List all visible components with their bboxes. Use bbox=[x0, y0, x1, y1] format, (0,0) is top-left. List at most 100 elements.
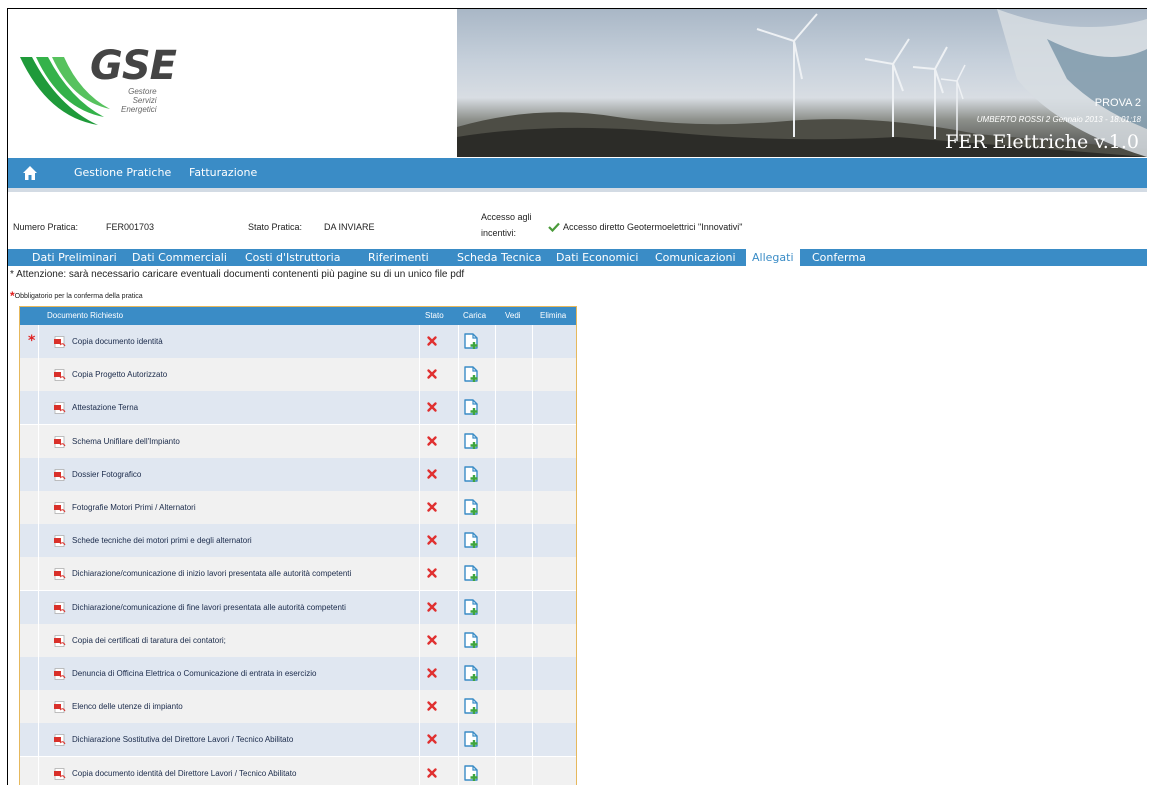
status-missing-icon bbox=[427, 502, 437, 512]
document-label: Schede tecniche dei motori primi e degli… bbox=[72, 536, 252, 546]
column-separator bbox=[458, 391, 459, 425]
column-separator bbox=[495, 491, 496, 524]
column-separator bbox=[532, 457, 533, 491]
pdf-icon bbox=[54, 369, 66, 382]
column-separator bbox=[495, 657, 496, 690]
add-document-icon[interactable] bbox=[462, 465, 480, 483]
table-row: Denuncia di Officina Elettrica o Comunic… bbox=[20, 657, 576, 691]
logo-text: GSE bbox=[90, 43, 177, 89]
navbar-divider bbox=[8, 188, 1147, 192]
status-missing-icon bbox=[427, 635, 437, 645]
required-note: *Obbligatorio per la conferma della prat… bbox=[10, 289, 143, 303]
document-label: Dichiarazione Sostitutiva del Direttore … bbox=[72, 735, 294, 745]
column-separator bbox=[38, 391, 39, 425]
column-separator bbox=[532, 690, 533, 724]
column-separator bbox=[38, 723, 39, 757]
required-note-text: Obbligatorio per la conferma della prati… bbox=[14, 293, 143, 300]
tab-dati-preliminari[interactable]: Dati Preliminari bbox=[32, 251, 117, 264]
document-label: Attestazione Terna bbox=[72, 403, 139, 413]
table-row: Attestazione Terna bbox=[20, 391, 576, 426]
column-separator bbox=[532, 358, 533, 392]
column-separator bbox=[458, 557, 459, 591]
document-label: Denuncia di Officina Elettrica o Comunic… bbox=[72, 669, 317, 678]
pdf-icon bbox=[54, 502, 66, 514]
document-label: Copia Progetto Autorizzato bbox=[72, 370, 168, 380]
add-document-icon[interactable] bbox=[462, 432, 480, 450]
tab-scheda-tecnica[interactable]: Scheda Tecnica bbox=[457, 251, 541, 264]
banner-label: PROVA 2 bbox=[1094, 97, 1141, 109]
column-separator bbox=[38, 325, 39, 358]
add-document-icon[interactable] bbox=[462, 764, 480, 782]
column-separator bbox=[419, 723, 420, 757]
tab-comunicazioni[interactable]: Comunicazioni bbox=[655, 251, 736, 264]
column-separator bbox=[495, 391, 496, 425]
tab-conferma[interactable]: Conferma bbox=[812, 251, 866, 264]
nav-gestione-pratiche[interactable]: Gestione Pratiche bbox=[74, 166, 171, 179]
home-icon[interactable] bbox=[22, 165, 38, 181]
column-separator bbox=[532, 723, 533, 757]
document-label: Fotografie Motori Primi / Alternatori bbox=[72, 503, 196, 512]
document-label: Copia documento identità bbox=[72, 337, 163, 346]
column-separator bbox=[458, 491, 459, 524]
add-document-icon[interactable] bbox=[462, 697, 480, 715]
add-document-icon[interactable] bbox=[462, 531, 480, 549]
document-label: Schema Unifilare dell'Impianto bbox=[72, 436, 180, 446]
document-label: Copia documento identità del Direttore L… bbox=[72, 768, 297, 778]
tab-dati-commerciali[interactable]: Dati Commerciali bbox=[132, 251, 227, 264]
add-document-icon[interactable] bbox=[462, 365, 480, 383]
column-separator bbox=[532, 756, 533, 785]
stato-pratica-label: Stato Pratica: bbox=[248, 222, 303, 232]
column-separator bbox=[458, 457, 459, 491]
tab-dati-economici[interactable]: Dati Economici bbox=[556, 251, 638, 264]
numero-pratica-label: Numero Pratica: bbox=[13, 222, 79, 232]
add-document-icon[interactable] bbox=[462, 332, 480, 350]
table-row: Dichiarazione Sostitutiva del Direttore … bbox=[20, 723, 576, 758]
column-separator bbox=[458, 424, 459, 458]
column-separator bbox=[532, 524, 533, 558]
column-separator bbox=[458, 756, 459, 785]
add-document-icon[interactable] bbox=[462, 498, 480, 516]
logo-sub-line: Gestore bbox=[128, 87, 157, 96]
header-carica: Carica bbox=[463, 311, 487, 320]
add-document-icon[interactable] bbox=[462, 398, 480, 416]
logo-sub-line: Energetici bbox=[121, 105, 157, 114]
column-separator bbox=[495, 457, 496, 491]
column-separator bbox=[532, 491, 533, 524]
status-missing-icon bbox=[427, 336, 437, 346]
accesso-label: Accesso agli bbox=[481, 212, 532, 222]
status-missing-icon bbox=[427, 668, 437, 678]
status-missing-icon bbox=[427, 734, 437, 745]
add-document-icon[interactable] bbox=[462, 730, 480, 748]
table-row: Schema Unifilare dell'Impianto bbox=[20, 424, 576, 459]
pdf-notice: * Attenzione: sarà necessario caricare e… bbox=[10, 269, 465, 280]
column-separator bbox=[458, 723, 459, 757]
column-separator bbox=[495, 557, 496, 591]
add-document-icon[interactable] bbox=[462, 564, 480, 582]
accesso-value: Accesso diretto Geotermoelettrici "Innov… bbox=[563, 222, 743, 232]
add-document-icon[interactable] bbox=[462, 598, 480, 616]
document-label: Dossier Fotografico bbox=[72, 469, 142, 479]
tab-allegati[interactable]: Allegati bbox=[746, 249, 800, 266]
column-separator bbox=[532, 623, 533, 657]
column-separator bbox=[38, 623, 39, 657]
column-separator bbox=[419, 457, 420, 491]
tab-costi-istruttoria[interactable]: Costi d'Istruttoria bbox=[245, 251, 340, 264]
status-missing-icon bbox=[427, 701, 437, 711]
nav-fatturazione[interactable]: Fatturazione bbox=[189, 166, 257, 179]
column-separator bbox=[458, 524, 459, 558]
add-document-icon[interactable] bbox=[462, 664, 480, 682]
column-separator bbox=[495, 690, 496, 724]
add-document-icon[interactable] bbox=[462, 631, 480, 649]
app-title: FER Elettriche v.1.0 bbox=[945, 131, 1139, 153]
tab-riferimenti[interactable]: Riferimenti bbox=[368, 251, 429, 264]
column-separator bbox=[38, 756, 39, 785]
pdf-icon bbox=[54, 402, 66, 415]
column-separator bbox=[495, 756, 496, 785]
logo-sub-line: Servizi bbox=[132, 96, 157, 105]
header-documento: Documento Richiesto bbox=[47, 311, 124, 320]
status-missing-icon bbox=[427, 601, 437, 612]
column-separator bbox=[495, 524, 496, 558]
column-separator bbox=[458, 590, 459, 624]
column-separator bbox=[419, 358, 420, 392]
column-separator bbox=[495, 424, 496, 458]
